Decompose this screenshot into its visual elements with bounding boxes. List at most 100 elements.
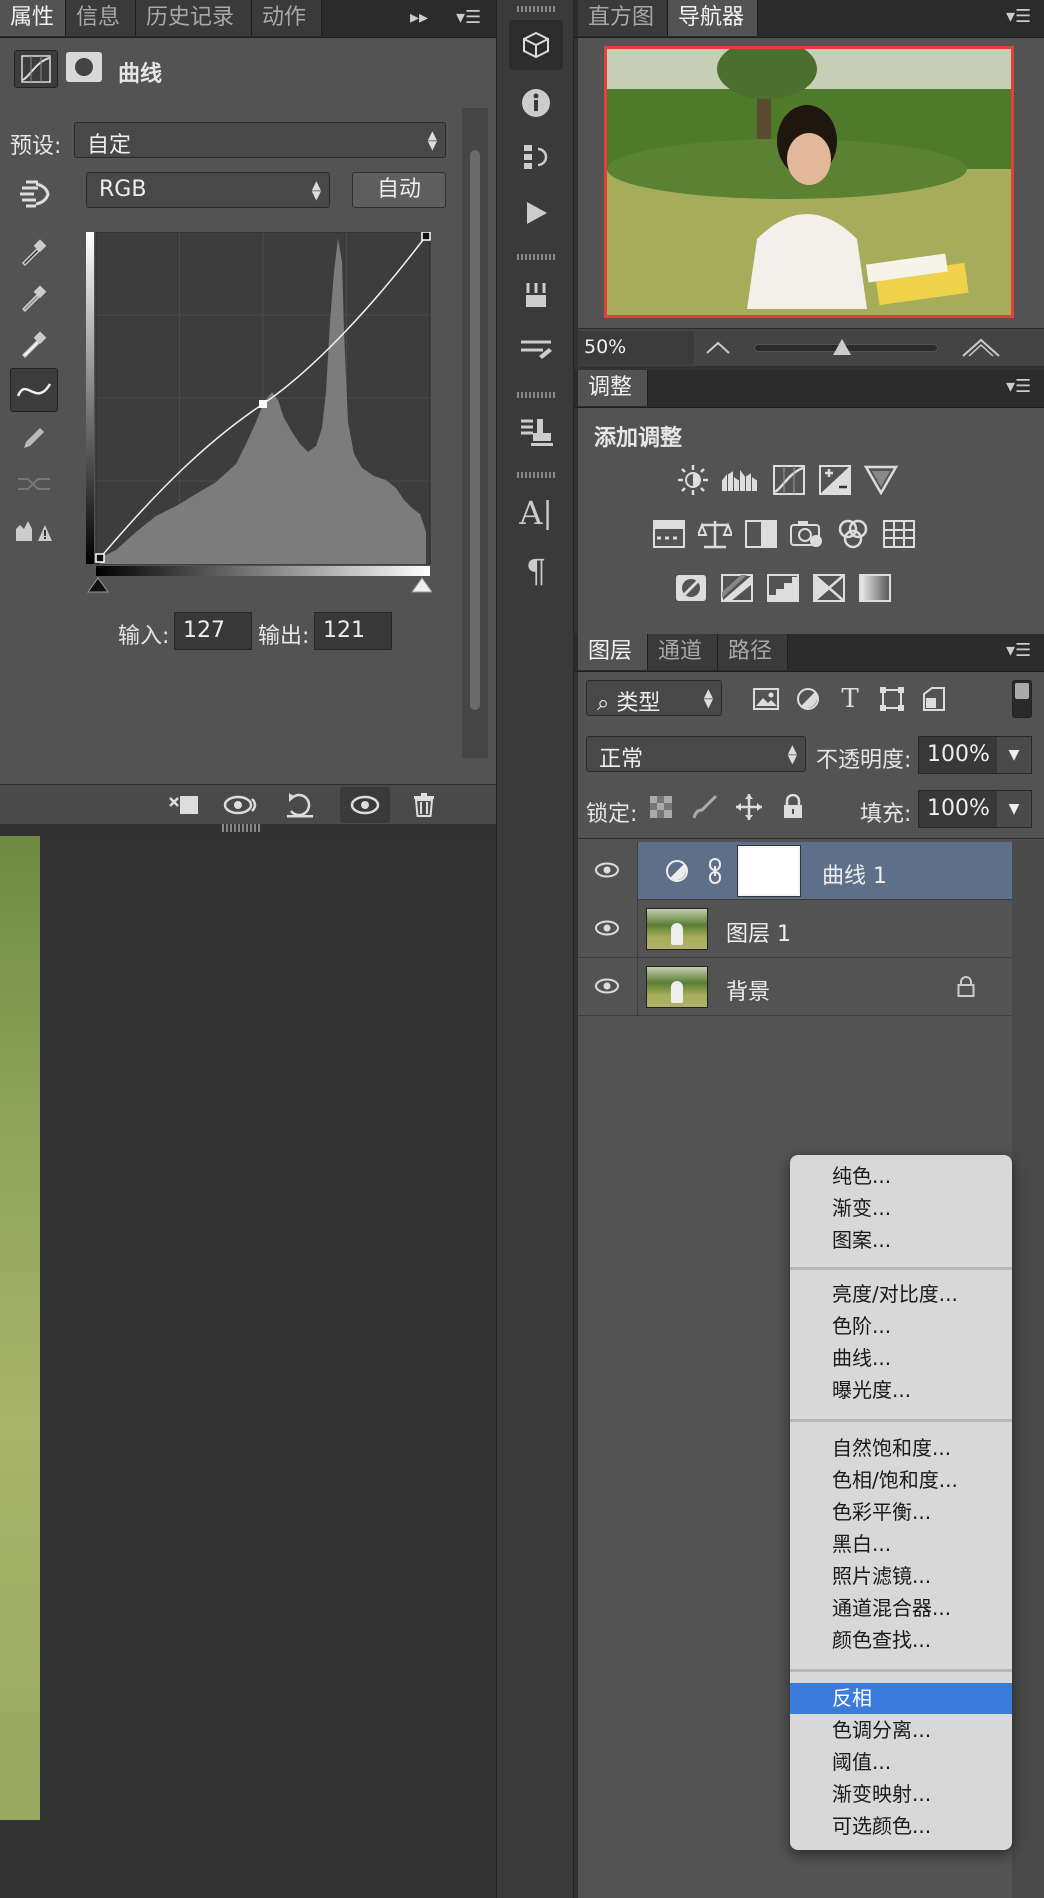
curves-graph[interactable] <box>86 231 433 606</box>
invert-icon[interactable] <box>670 568 712 608</box>
link-icon[interactable] <box>706 856 724 886</box>
hand-target-icon[interactable] <box>12 174 56 214</box>
grip[interactable] <box>517 6 555 12</box>
menu-item-curves[interactable]: 曲线... <box>790 1343 1012 1374</box>
menu-item-gradient[interactable]: 渐变... <box>790 1193 1012 1224</box>
auto-button[interactable]: 自动 <box>352 172 446 208</box>
fill-field[interactable]: 100% ▼ <box>918 790 1032 828</box>
menu-item-levels[interactable]: 色阶... <box>790 1311 1012 1342</box>
tab-properties[interactable]: 属性 <box>0 0 66 36</box>
menu-item-gradient-map[interactable]: 渐变映射... <box>790 1779 1012 1810</box>
character-icon[interactable]: A | <box>509 490 563 536</box>
visibility-cell[interactable] <box>578 842 638 900</box>
lock-position-icon[interactable] <box>732 790 766 824</box>
panel-menu-icon[interactable]: ▾☰ <box>456 7 481 28</box>
tab-adjustments[interactable]: 调整 <box>578 370 648 406</box>
input-field[interactable]: 127 <box>174 612 252 650</box>
tab-histogram[interactable]: 直方图 <box>578 0 668 36</box>
tab-actions[interactable]: 动作 <box>252 0 322 36</box>
opacity-field[interactable]: 100% ▼ <box>918 736 1032 774</box>
trash-icon[interactable] <box>404 789 444 821</box>
eyedropper-gray-icon[interactable] <box>14 278 54 318</box>
output-field[interactable]: 121 <box>314 612 392 650</box>
layer-mask-icon[interactable] <box>66 52 102 82</box>
filter-toggle-switch[interactable] <box>1012 680 1032 718</box>
menu-item-pattern[interactable]: 图案... <box>790 1225 1012 1256</box>
vibrance-icon[interactable] <box>648 514 690 554</box>
panel-menu-icon[interactable]: ▾☰ <box>1006 6 1031 27</box>
menu-item-threshold[interactable]: 阈值... <box>790 1747 1012 1778</box>
pencil-icon[interactable] <box>14 418 54 458</box>
blend-mode-select[interactable]: 正常 ▲ ▼ <box>586 736 806 772</box>
tab-channels[interactable]: 通道 <box>648 634 718 670</box>
collapse-icon[interactable]: ▸▸ <box>410 7 428 28</box>
properties-scrollbar[interactable] <box>462 108 488 758</box>
posterize-icon[interactable] <box>716 568 758 608</box>
tab-layers[interactable]: 图层 <box>578 634 648 670</box>
history-icon[interactable] <box>509 134 563 180</box>
clipping-warning-icon[interactable] <box>12 510 56 550</box>
threshold-icon[interactable] <box>762 568 804 608</box>
lock-all-icon[interactable] <box>776 790 810 824</box>
zoom-in-icon[interactable] <box>956 333 1006 363</box>
zoom-field[interactable]: 50% <box>578 331 694 365</box>
play-icon[interactable] <box>509 190 563 236</box>
filter-type-icon[interactable]: T <box>832 682 868 716</box>
chevron-down-icon[interactable]: ▼ <box>997 791 1031 827</box>
menu-item-posterize[interactable]: 色调分离... <box>790 1715 1012 1746</box>
zoom-slider[interactable] <box>754 339 938 355</box>
color-balance-icon[interactable] <box>694 514 736 554</box>
black-white-icon[interactable] <box>740 514 782 554</box>
menu-item-selective-color[interactable]: 可选颜色... <box>790 1811 1012 1842</box>
view-previous-icon[interactable] <box>220 789 264 821</box>
canvas-image-sliver[interactable] <box>0 836 40 1820</box>
eye-icon[interactable] <box>592 974 622 998</box>
menu-item-brightness-contrast[interactable]: 亮度/对比度... <box>790 1279 1012 1310</box>
grip[interactable] <box>517 472 555 478</box>
menu-item-vibrance[interactable]: 自然饱和度... <box>790 1433 1012 1464</box>
menu-item-black-white[interactable]: 黑白... <box>790 1529 1012 1560</box>
clone-source-icon[interactable] <box>509 408 563 454</box>
layer-row-layer1[interactable]: 图层 1 <box>578 900 1012 958</box>
color-lookup-icon[interactable] <box>878 514 920 554</box>
tab-info[interactable]: 信息 <box>66 0 136 36</box>
grip[interactable] <box>517 392 555 398</box>
tab-history[interactable]: 历史记录 <box>136 0 252 36</box>
layer-mask-thumbnail[interactable] <box>737 845 801 897</box>
filter-adjustment-icon[interactable] <box>790 682 826 716</box>
layer-row-curves[interactable]: 曲线 1 <box>578 842 1012 900</box>
eye-icon[interactable] <box>592 916 622 940</box>
panel-menu-icon[interactable]: ▾☰ <box>1006 376 1031 397</box>
reset-icon[interactable] <box>280 789 320 821</box>
chevron-down-icon[interactable]: ▼ <box>997 737 1031 773</box>
eyedropper-white-icon[interactable] <box>14 324 54 364</box>
zoom-out-icon[interactable] <box>698 335 738 361</box>
eyedropper-black-icon[interactable] <box>14 232 54 272</box>
menu-item-color-lookup[interactable]: 颜色查找... <box>790 1625 1012 1656</box>
gradient-map-icon[interactable] <box>808 568 850 608</box>
selective-color-icon[interactable] <box>854 568 896 608</box>
clip-to-layer-icon[interactable] <box>164 789 204 821</box>
menu-item-hue-saturation[interactable]: 色相/饱和度... <box>790 1465 1012 1496</box>
filter-shape-icon[interactable] <box>874 682 910 716</box>
layer-row-background[interactable]: 背景 <box>578 958 1012 1016</box>
info-icon[interactable] <box>509 80 563 126</box>
brush-presets-icon[interactable] <box>509 272 563 318</box>
channel-mixer-icon[interactable] <box>832 514 874 554</box>
lock-pixels-icon[interactable] <box>688 790 722 824</box>
channel-select[interactable]: RGB ▲ ▼ <box>86 172 330 208</box>
filter-kind-select[interactable]: ⌕ 类型 ▲ ▼ <box>586 680 722 716</box>
menu-item-channel-mixer[interactable]: 通道混合器... <box>790 1593 1012 1624</box>
zoom-slider-thumb[interactable] <box>833 339 851 355</box>
curve-point-icon[interactable] <box>10 368 58 412</box>
panel-menu-icon[interactable]: ▾☰ <box>1006 640 1031 661</box>
menu-item-solid-color[interactable]: 纯色... <box>790 1161 1012 1192</box>
grip[interactable] <box>517 254 555 260</box>
scroll-thumb[interactable] <box>470 150 480 710</box>
curves-icon[interactable] <box>768 460 810 500</box>
menu-item-color-balance[interactable]: 色彩平衡... <box>790 1497 1012 1528</box>
tab-navigator[interactable]: 导航器 <box>668 0 758 36</box>
resize-grip[interactable] <box>222 824 262 832</box>
exposure-icon[interactable] <box>814 460 856 500</box>
visibility-toggle-icon[interactable] <box>340 787 390 823</box>
